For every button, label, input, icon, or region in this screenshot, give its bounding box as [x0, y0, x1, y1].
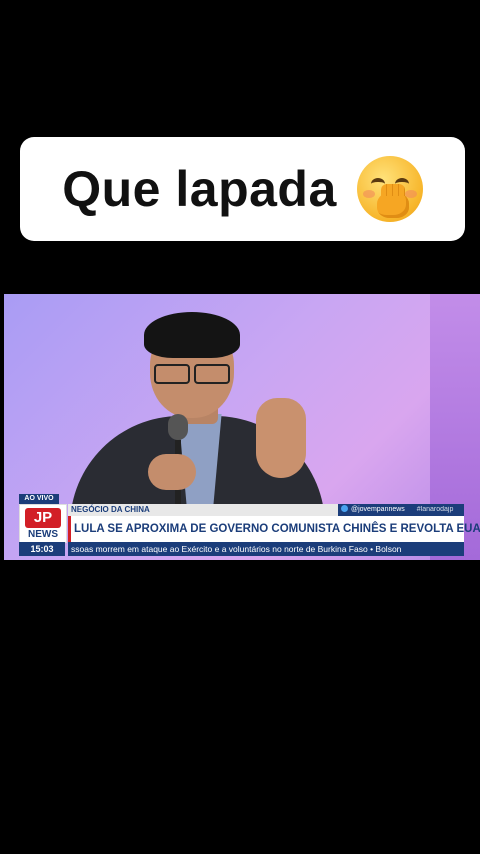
caption-card: Que lapada: [20, 137, 465, 241]
hashtag: #lanarodajp: [416, 506, 454, 513]
live-badge: AO VIVO: [19, 494, 59, 504]
twitter-icon: [341, 505, 348, 512]
headline-bar: LULA SE APROXIMA DE GOVERNO COMUNISTA CH…: [68, 516, 480, 542]
news-crawl: ssoas morrem em ataque ao Exército e a v…: [68, 542, 464, 556]
logo-news: NEWS: [28, 529, 58, 540]
headline-text: LULA SE APROXIMA DE GOVERNO COMUNISTA CH…: [74, 523, 480, 535]
channel-logo: JP NEWS: [19, 504, 67, 543]
news-lower-third: AO VIVO JP NEWS NEGÓCIO DA CHINA @jovemp…: [16, 494, 480, 558]
speaker-figure: [70, 306, 330, 546]
logo-jp: JP: [25, 508, 61, 528]
face-with-hand-over-mouth-icon: [356, 156, 423, 222]
topic-label: NEGÓCIO DA CHINA: [68, 504, 338, 516]
social-handle-bar: @jovempannews #lanarodajp: [338, 504, 464, 516]
caption-text: Que lapada: [62, 161, 337, 217]
clock: 15:03: [19, 542, 65, 556]
social-handle: @jovempannews: [351, 506, 405, 513]
